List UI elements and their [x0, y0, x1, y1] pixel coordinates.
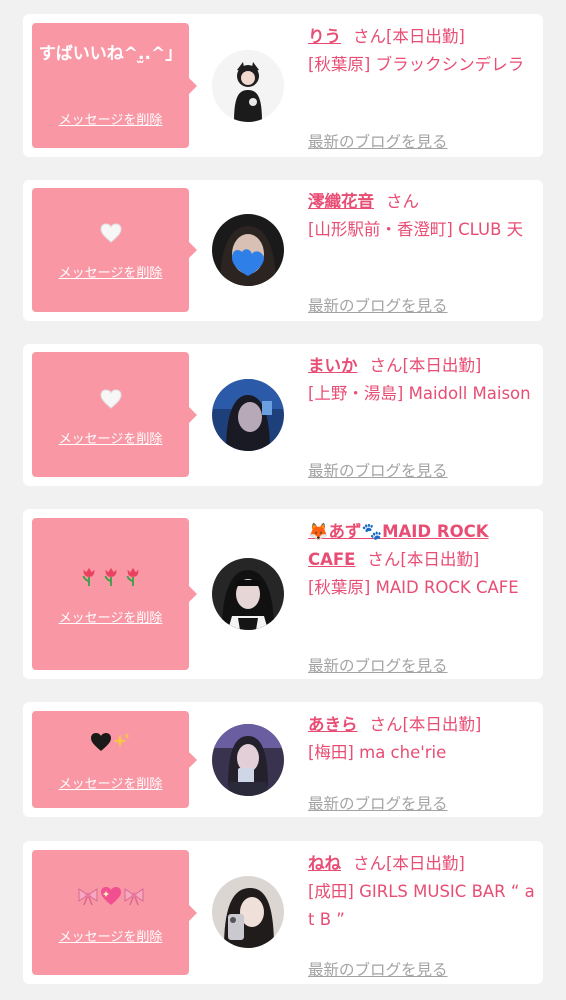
profile-photo-icon: [212, 724, 284, 796]
profile-name-link[interactable]: 澪織花音: [308, 192, 374, 211]
white-heart-icon: [99, 223, 122, 243]
blog-link[interactable]: 最新のブログを見る: [308, 794, 448, 814]
tulip-icon: [82, 567, 94, 586]
list-item: 🤍 メッセージを削除 澪織花音さん [山形駅前・香澄町] CLUB 天 最新のブ…: [23, 180, 543, 321]
profile-photo-icon: [212, 558, 284, 630]
shop-name: [秋葉原] ブラックシンデレラ: [308, 55, 525, 74]
list-item: 🌷🌷🌷 メッセージを削除 🦊あず🐾MAID ROCKCAFEさん[本日出勤] […: [23, 509, 543, 679]
honorific: さん: [353, 27, 386, 46]
message-bubble: 🖤✨ メッセージを削除: [32, 711, 197, 808]
blog-link[interactable]: 最新のブログを見る: [308, 656, 448, 676]
profile-name-link[interactable]: まいか: [308, 356, 358, 375]
tulip-icon: [126, 567, 138, 586]
black-heart-icon: [90, 733, 111, 751]
blog-link[interactable]: 最新のブログを見る: [308, 461, 448, 481]
status-badge: [本日出勤]: [400, 550, 480, 569]
message-bubble: 🎀💖🎀 メッセージを削除: [32, 850, 197, 975]
message-bubble: すばいいね^.̫.^」 メッセージを削除: [32, 23, 197, 148]
avatar[interactable]: [212, 379, 284, 451]
profile-info: 🦊あず🐾MAID ROCK CAFE さん[本日出勤] [秋葉原] MAID ROC…: [308, 518, 538, 675]
list-item: 🤍 メッセージを削除 まいかさん[本日出勤] [上野・湯島] Maidoll M…: [23, 344, 543, 486]
status-badge: [本日出勤]: [402, 356, 482, 375]
message-text: 🌷🌷🌷: [38, 566, 183, 592]
profile-info: りう さん[本日出勤] [秋葉原] ブラックシンデレラ 最新のブログを見る: [308, 23, 538, 151]
honorific: さん: [369, 356, 403, 375]
avatar[interactable]: [212, 724, 284, 796]
honorific: さん: [386, 192, 419, 211]
delete-message-link[interactable]: メッセージを削除: [32, 113, 189, 129]
list-item: すばいいね^.̫.^」 メッセージを削除 りう さん[本日出勤] [秋葉原] ブラ…: [23, 14, 543, 157]
shop-name: [秋葉原] MAID ROCK CAFE: [308, 578, 519, 597]
avatar[interactable]: [212, 558, 284, 630]
sparkles-icon: [112, 733, 130, 748]
shop-name: [成田] GIRLS MUSIC BAR “ at B ”: [308, 882, 535, 929]
honorific: さん: [353, 854, 386, 873]
delete-message-link[interactable]: メッセージを削除: [32, 611, 189, 627]
list-item: 🎀💖🎀 メッセージを削除 ねねさん[本日出勤] [成田] GIRLS MUSIC…: [23, 841, 543, 984]
white-heart-icon: [99, 389, 122, 409]
message-text: 🎀💖🎀: [38, 886, 183, 912]
message-text: 🖤✨: [38, 732, 183, 758]
profile-info: ねね さん[本日出勤] [成田] GIRLS MUSIC BAR “ at B ”…: [308, 850, 538, 979]
blog-link[interactable]: 最新のブログを見る: [308, 132, 448, 152]
status-badge: [本日出勤]: [386, 27, 465, 46]
shop-name: [山形駅前・香澄町] CLUB 天: [308, 220, 524, 239]
profile-photo-icon: [212, 379, 284, 451]
message-bubble: 🤍 メッセージを削除: [32, 352, 197, 477]
profile-name-link[interactable]: あきら: [308, 715, 358, 734]
message-text: 🤍: [38, 223, 183, 249]
profile-info: 澪織花音 さん [山形駅前・香澄町] CLUB 天 最新のブログを見る: [308, 188, 538, 315]
delete-message-link[interactable]: メッセージを削除: [32, 266, 189, 282]
status-badge: [本日出勤]: [386, 854, 465, 873]
delete-message-link[interactable]: メッセージを削除: [32, 432, 189, 448]
blog-link[interactable]: 最新のブログを見る: [308, 960, 448, 980]
message-text: すばいいね^.̫.^」: [38, 44, 183, 64]
shop-name: [梅田] ma che'rie: [308, 743, 447, 762]
profile-name-link[interactable]: ねね: [308, 854, 341, 873]
profile-info: まいか さん[本日出勤] [上野・湯島] Maidoll Maison 最新のブロ…: [308, 352, 538, 480]
message-bubble: 🤍 メッセージを削除: [32, 188, 197, 312]
tulip-icon: [104, 567, 116, 586]
sparkling-heart-icon: [100, 887, 121, 905]
list-item: 🖤✨ メッセージを削除 あきらさん[本日出勤] [梅田] ma che'rie …: [23, 702, 543, 817]
ribbon-icon: [124, 888, 143, 906]
delete-message-link[interactable]: メッセージを削除: [32, 930, 189, 946]
profile-name-link[interactable]: りう: [308, 27, 341, 46]
message-bubble: 🌷🌷🌷 メッセージを削除: [32, 518, 197, 670]
status-badge: [本日出勤]: [402, 715, 482, 734]
blog-link[interactable]: 最新のブログを見る: [308, 296, 448, 316]
profile-info: あきら さん[本日出勤] [梅田] ma che'rie 最新のブログを見る: [308, 711, 538, 813]
profile-photo-icon: [212, 214, 284, 286]
delete-message-link[interactable]: メッセージを削除: [32, 777, 189, 793]
message-text: 🤍: [38, 389, 183, 415]
honorific: さん: [367, 550, 401, 569]
message-list: すばいいね^.̫.^」 メッセージを削除 りう さん[本日出勤] [秋葉原] ブラ…: [0, 0, 566, 1000]
profile-photo-icon: [212, 50, 284, 122]
honorific: さん: [369, 715, 403, 734]
avatar[interactable]: [212, 876, 284, 948]
avatar[interactable]: [212, 214, 284, 286]
profile-photo-icon: [212, 876, 284, 948]
shop-name: [上野・湯島] Maidoll Maison: [308, 384, 531, 403]
ribbon-icon: [78, 888, 97, 906]
avatar[interactable]: [212, 50, 284, 122]
